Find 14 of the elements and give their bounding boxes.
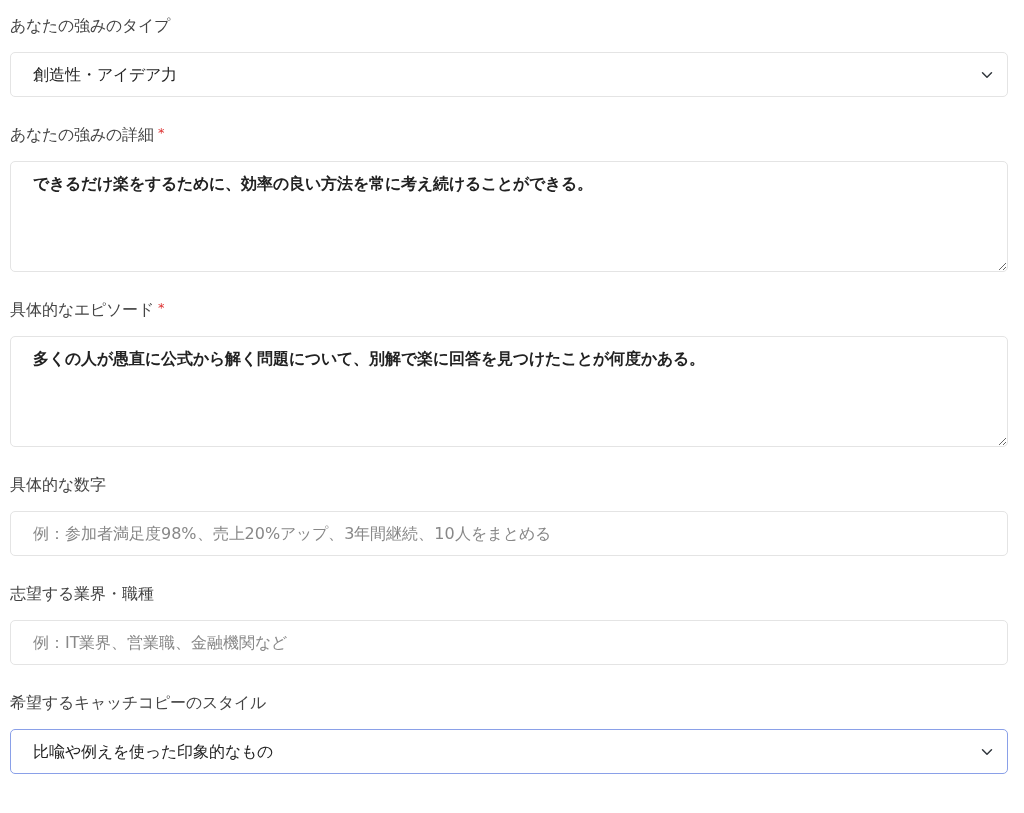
field-label: あなたの強みのタイプ bbox=[10, 15, 170, 37]
field-label: 希望するキャッチコピーのスタイル bbox=[10, 692, 266, 714]
field-label: 具体的な数字 bbox=[10, 474, 106, 496]
input-field[interactable]: 例：参加者満足度98%、売上20%アップ、3年間継続、10人をまとめる bbox=[10, 511, 1008, 556]
field-label: 志望する業界・職種 bbox=[10, 583, 154, 605]
text-area[interactable]: できるだけ楽をするために、効率の良い方法を常に考え続けることができる。 bbox=[10, 161, 1008, 272]
field-label: 具体的なエピソード * bbox=[10, 299, 165, 321]
text-area[interactable]: 多くの人が愚直に公式から解く問題について、別解で楽に回答を見つけたことが何度かある。 bbox=[10, 336, 1008, 447]
input-field[interactable]: 例：IT業界、営業職、金融機関など bbox=[10, 620, 1008, 665]
dropdown-select[interactable]: 比喩や例えを使った印象的なもの bbox=[10, 729, 1008, 774]
dropdown-select[interactable]: 創造性・アイデア力 bbox=[10, 52, 1008, 97]
required-asterisk: * bbox=[158, 300, 165, 315]
required-asterisk: * bbox=[158, 125, 165, 140]
field-label: あなたの強みの詳細 * bbox=[10, 124, 165, 146]
